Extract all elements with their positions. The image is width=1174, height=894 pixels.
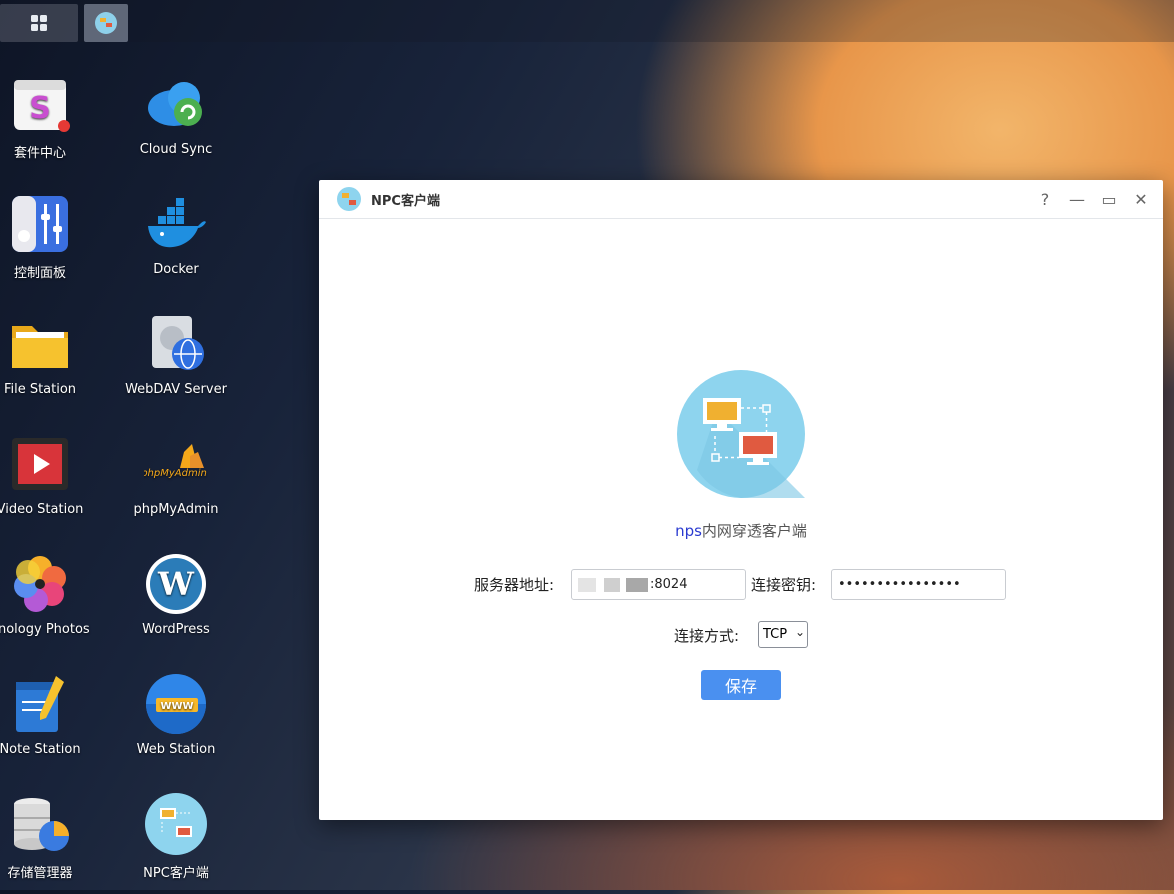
desktop-icon-label: Video Station: [0, 502, 84, 517]
help-icon[interactable]: ?: [1037, 190, 1053, 209]
package-center-icon: S: [8, 72, 72, 136]
desktop-icon-label: 套件中心: [13, 146, 66, 161]
web-station-icon: WWW: [144, 672, 208, 736]
cloud-sync-icon: [144, 72, 208, 136]
desktop-icon-label: Cloud Sync: [139, 142, 213, 157]
desktop-icon-note-station[interactable]: Note Station: [0, 662, 108, 774]
connection-key-label: 连接密钥:: [751, 576, 817, 594]
desktop-icon-label: Docker: [153, 262, 199, 277]
storage-manager-icon: [8, 792, 72, 856]
desktop-icon-label: NPC客户端: [143, 866, 209, 881]
redacted-text: [604, 577, 620, 592]
docker-icon: [144, 192, 208, 256]
desktop-icon-cloud-sync[interactable]: Cloud Sync: [108, 62, 244, 174]
desktop-icon-label: File Station: [3, 382, 77, 397]
chevron-down-icon: ⌄: [794, 625, 805, 639]
desktop-icon-label: WebDAV Server: [125, 382, 227, 397]
server-address-field[interactable]: :8024: [571, 569, 746, 600]
taskbar-npc-client[interactable]: [84, 4, 128, 42]
taskbar: [0, 0, 1174, 42]
desktop-icon-photos[interactable]: ynology Photos: [0, 542, 108, 654]
connection-mode-value: TCP: [763, 627, 788, 642]
main-menu-button[interactable]: [0, 4, 78, 42]
close-icon[interactable]: ✕: [1133, 190, 1149, 209]
desktop-icon-docker[interactable]: Docker: [108, 182, 244, 294]
desktop-icon-label: Web Station: [136, 742, 216, 757]
connection-key-field[interactable]: ••••••••••••••••: [831, 569, 1006, 600]
subtitle-text: 内网穿透客户端: [701, 522, 807, 540]
server-address-label: 服务器地址:: [474, 576, 555, 594]
window-title-bar[interactable]: NPC客户端 ? — ▭ ✕: [319, 180, 1163, 219]
desktop-icon-control-panel[interactable]: 控制面板: [0, 182, 108, 294]
svg-text:WWW: WWW: [160, 701, 193, 712]
control-panel-icon: [8, 192, 72, 256]
desktop-icon-webdav[interactable]: WebDAV Server: [108, 302, 244, 414]
desktop-icon-wordpress[interactable]: W WordPress: [108, 542, 244, 654]
svg-text:W: W: [157, 565, 195, 603]
svg-text:phpMyAdmin: phpMyAdmin: [144, 468, 207, 479]
desktop-icon-storage-manager[interactable]: 存储管理器: [0, 782, 108, 894]
svg-text:S: S: [29, 91, 51, 126]
npc-client-icon: [337, 187, 361, 211]
desktop-icon-label: Note Station: [0, 742, 81, 757]
maximize-icon[interactable]: ▭: [1101, 190, 1117, 209]
desktop-icon-file-station[interactable]: File Station: [0, 302, 108, 414]
grid-icon: [31, 15, 47, 31]
folder-icon: [8, 312, 72, 376]
desktop-icon-label: 控制面板: [13, 266, 66, 281]
save-button[interactable]: 保存: [701, 670, 781, 700]
desktop-icon-label: ynology Photos: [0, 622, 90, 637]
webdav-icon: [144, 312, 208, 376]
connection-mode-label: 连接方式:: [674, 627, 740, 645]
npc-client-icon: [144, 792, 208, 856]
note-icon: [8, 672, 72, 736]
desktop-icon-label: phpMyAdmin: [133, 502, 219, 517]
desktop-icon-package-center[interactable]: S 套件中心: [0, 62, 108, 174]
npc-logo: [677, 370, 805, 498]
phpmyadmin-icon: phpMyAdmin: [140, 432, 208, 496]
desktop-icon-video-station[interactable]: Video Station: [0, 422, 108, 534]
redacted-text: [578, 577, 596, 592]
photos-icon: [8, 552, 72, 616]
minimize-icon[interactable]: —: [1069, 190, 1085, 209]
connection-mode-select[interactable]: TCP ⌄: [758, 621, 808, 648]
desktop-icon-web-station[interactable]: WWW Web Station: [108, 662, 244, 774]
desktop-icon-npc-client[interactable]: NPC客户端: [108, 782, 244, 894]
wordpress-icon: W: [144, 552, 208, 616]
window-controls: ? — ▭ ✕: [1037, 180, 1149, 219]
redacted-text: [626, 577, 648, 592]
connection-key-value: ••••••••••••••••: [838, 577, 961, 592]
desktop-icon-label: WordPress: [142, 622, 210, 637]
desktop-icon-phpmyadmin[interactable]: phpMyAdmin phpMyAdmin: [108, 422, 244, 534]
desktop-icon-label: 存储管理器: [7, 866, 73, 881]
video-icon: [8, 432, 72, 496]
server-address-value: :8024: [650, 577, 688, 592]
subtitle-brand: nps: [675, 522, 702, 540]
npc-client-icon: [95, 12, 117, 34]
npc-client-window: NPC客户端 ? — ▭ ✕ nps内网穿透客户端 服务器地址::8024 连…: [319, 180, 1163, 820]
window-title: NPC客户端: [371, 193, 440, 209]
app-subtitle: nps内网穿透客户端: [319, 520, 1163, 541]
